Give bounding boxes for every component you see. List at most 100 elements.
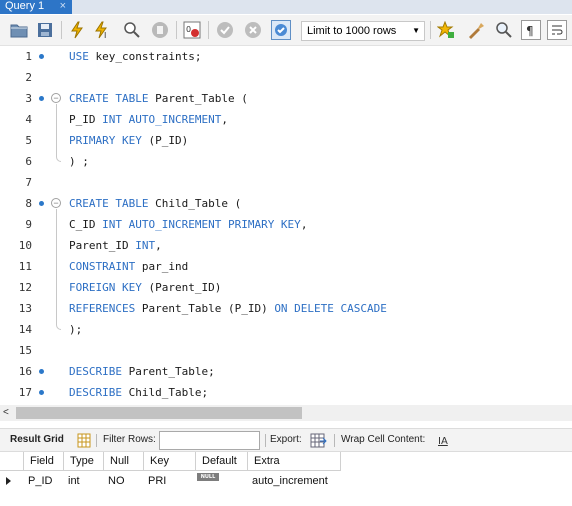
editor-line[interactable]: 1 USE key_constraints;	[0, 46, 572, 67]
sql-keyword: CONSTRAINT	[69, 260, 136, 273]
find-icon[interactable]	[494, 20, 514, 40]
sql-toolbar: I 0 Limit to 1000 rows ▼ ¶	[0, 15, 572, 46]
toolbar-separator	[334, 434, 335, 447]
export-label: Export:	[270, 434, 302, 445]
line-number: 7	[25, 176, 32, 189]
editor-horizontal-scrollbar[interactable]: <	[0, 405, 572, 421]
editor-line[interactable]: 9 C_ID INT AUTO_INCREMENT PRIMARY KEY,	[0, 214, 572, 235]
editor-line[interactable]: 10 Parent_ID INT,	[0, 235, 572, 256]
editor-line[interactable]: 12 FOREIGN KEY (Parent_ID)	[0, 277, 572, 298]
code-text: CREATE TABLE Child_Table (	[69, 193, 241, 214]
code-text: ) ;	[69, 151, 89, 172]
cell-type[interactable]: int	[64, 472, 80, 491]
sql-text: Parent_Table (P_ID)	[135, 302, 275, 315]
cell-extra[interactable]: auto_increment	[248, 472, 328, 491]
code-text: REFERENCES Parent_Table (P_ID) ON DELETE…	[69, 298, 387, 319]
editor-line[interactable]: 15	[0, 340, 572, 361]
close-icon[interactable]: ×	[60, 0, 66, 13]
sql-text: );	[69, 323, 83, 336]
invisible-chars-icon[interactable]: ¶	[521, 20, 541, 40]
sql-keyword: USE	[69, 50, 89, 63]
cell-key[interactable]: PRI	[144, 472, 166, 491]
column-header-extra[interactable]: Extra	[248, 452, 341, 471]
editor-line[interactable]: 11 CONSTRAINT par_ind	[0, 256, 572, 277]
cell-field[interactable]: P_ID	[24, 472, 52, 491]
editor-line[interactable]: 3 − CREATE TABLE Parent_Table (	[0, 88, 572, 109]
toolbar-separator	[265, 434, 266, 447]
sql-text: C_ID	[69, 218, 103, 231]
sql-keyword: FOREIGN KEY	[69, 281, 142, 294]
scrollbar-thumb[interactable]	[16, 407, 302, 419]
column-header-key[interactable]: Key	[144, 452, 196, 471]
result-grid: Field Type Null Key Default Extra P_ID i…	[0, 452, 572, 506]
stop-icon[interactable]	[150, 20, 170, 40]
execute-icon[interactable]	[67, 20, 87, 40]
sql-keyword: REFERENCES	[69, 302, 136, 315]
line-number: 13	[18, 302, 32, 315]
editor-line[interactable]: 13 REFERENCES Parent_Table (P_ID) ON DELE…	[0, 298, 572, 319]
toggle-error-icon[interactable]: 0	[182, 20, 202, 40]
toolbar-separator	[61, 21, 62, 39]
open-folder-icon[interactable]	[9, 20, 29, 40]
column-header-field[interactable]: Field	[24, 452, 64, 471]
save-icon[interactable]	[35, 20, 55, 40]
sql-text: Parent_ID	[69, 239, 136, 252]
explain-icon[interactable]	[122, 20, 142, 40]
scroll-left-icon[interactable]: <	[3, 407, 9, 418]
fold-toggle-icon[interactable]: −	[51, 198, 61, 208]
editor-line[interactable]: 6) ;	[0, 151, 572, 172]
line-number: 4	[25, 113, 32, 126]
sql-text: (Parent_ID)	[141, 281, 222, 294]
line-number: 5	[25, 134, 32, 147]
tab-label: Query 1	[5, 0, 45, 12]
sql-editor[interactable]: 1 USE key_constraints; 2 3− CREATE TABLE Par…	[0, 46, 572, 402]
beautify-icon[interactable]	[466, 20, 486, 40]
autocommit-icon[interactable]	[271, 20, 291, 40]
cell-null[interactable]: NO	[104, 472, 125, 491]
sql-text: Parent_Table;	[121, 365, 215, 378]
editor-line[interactable]: 17 DESCRIBE Child_Table;	[0, 382, 572, 403]
code-text: Parent_ID INT,	[69, 235, 162, 256]
sql-text: Parent_Table (	[148, 92, 248, 105]
commit-icon[interactable]	[215, 20, 235, 40]
filter-rows-input[interactable]	[159, 431, 260, 450]
cell-default-null-badge[interactable]: NULL	[197, 473, 219, 481]
sql-keyword: PRIMARY KEY	[69, 134, 142, 147]
sql-text: ) ;	[69, 155, 89, 168]
column-header-null[interactable]: Null	[104, 452, 144, 471]
fold-toggle-icon[interactable]: −	[51, 93, 61, 103]
bookmark-icon[interactable]	[436, 20, 456, 40]
chevron-down-icon: ▼	[412, 26, 420, 35]
limit-rows-select[interactable]: Limit to 1000 rows ▼	[301, 21, 425, 41]
rollback-icon[interactable]	[243, 20, 263, 40]
editor-line[interactable]: 7	[0, 172, 572, 193]
code-text: PRIMARY KEY (P_ID)	[69, 130, 188, 151]
editor-line[interactable]: 8 − CREATE TABLE Child_Table (	[0, 193, 572, 214]
sql-text: (P_ID)	[141, 134, 189, 147]
editor-line[interactable]: 5 PRIMARY KEY (P_ID)	[0, 130, 572, 151]
tab-bar: Query 1 ×	[0, 0, 572, 14]
code-text: P_ID INT AUTO_INCREMENT,	[69, 109, 228, 130]
code-text: C_ID INT AUTO_INCREMENT PRIMARY KEY,	[69, 214, 307, 235]
result-grid-button[interactable]: Result Grid	[10, 429, 64, 451]
toolbar-separator	[208, 21, 209, 39]
column-header-default[interactable]: Default	[196, 452, 248, 471]
wrap-cell-icon[interactable]: IA	[436, 432, 453, 449]
editor-line[interactable]: 16 DESCRIBE Parent_Table;	[0, 361, 572, 382]
editor-line[interactable]: 2	[0, 67, 572, 88]
statement-marker-icon	[39, 96, 44, 101]
sql-keyword: DESCRIBE	[69, 386, 122, 399]
grid-icon[interactable]	[76, 432, 93, 449]
svg-text:0: 0	[186, 25, 191, 34]
tab-query-1[interactable]: Query 1 ×	[0, 0, 72, 14]
editor-line[interactable]: 4 P_ID INT AUTO_INCREMENT,	[0, 109, 572, 130]
export-icon[interactable]	[310, 432, 327, 449]
execute-current-icon[interactable]: I	[92, 20, 112, 40]
sql-keyword: INT AUTO_INCREMENT PRIMARY KEY	[102, 218, 301, 231]
line-number: 9	[25, 218, 32, 231]
editor-line[interactable]: 14);	[0, 319, 572, 340]
wrap-icon[interactable]	[547, 20, 567, 40]
sql-keyword: INT	[135, 239, 156, 252]
column-header-type[interactable]: Type	[64, 452, 104, 471]
statement-marker-icon	[39, 54, 44, 59]
